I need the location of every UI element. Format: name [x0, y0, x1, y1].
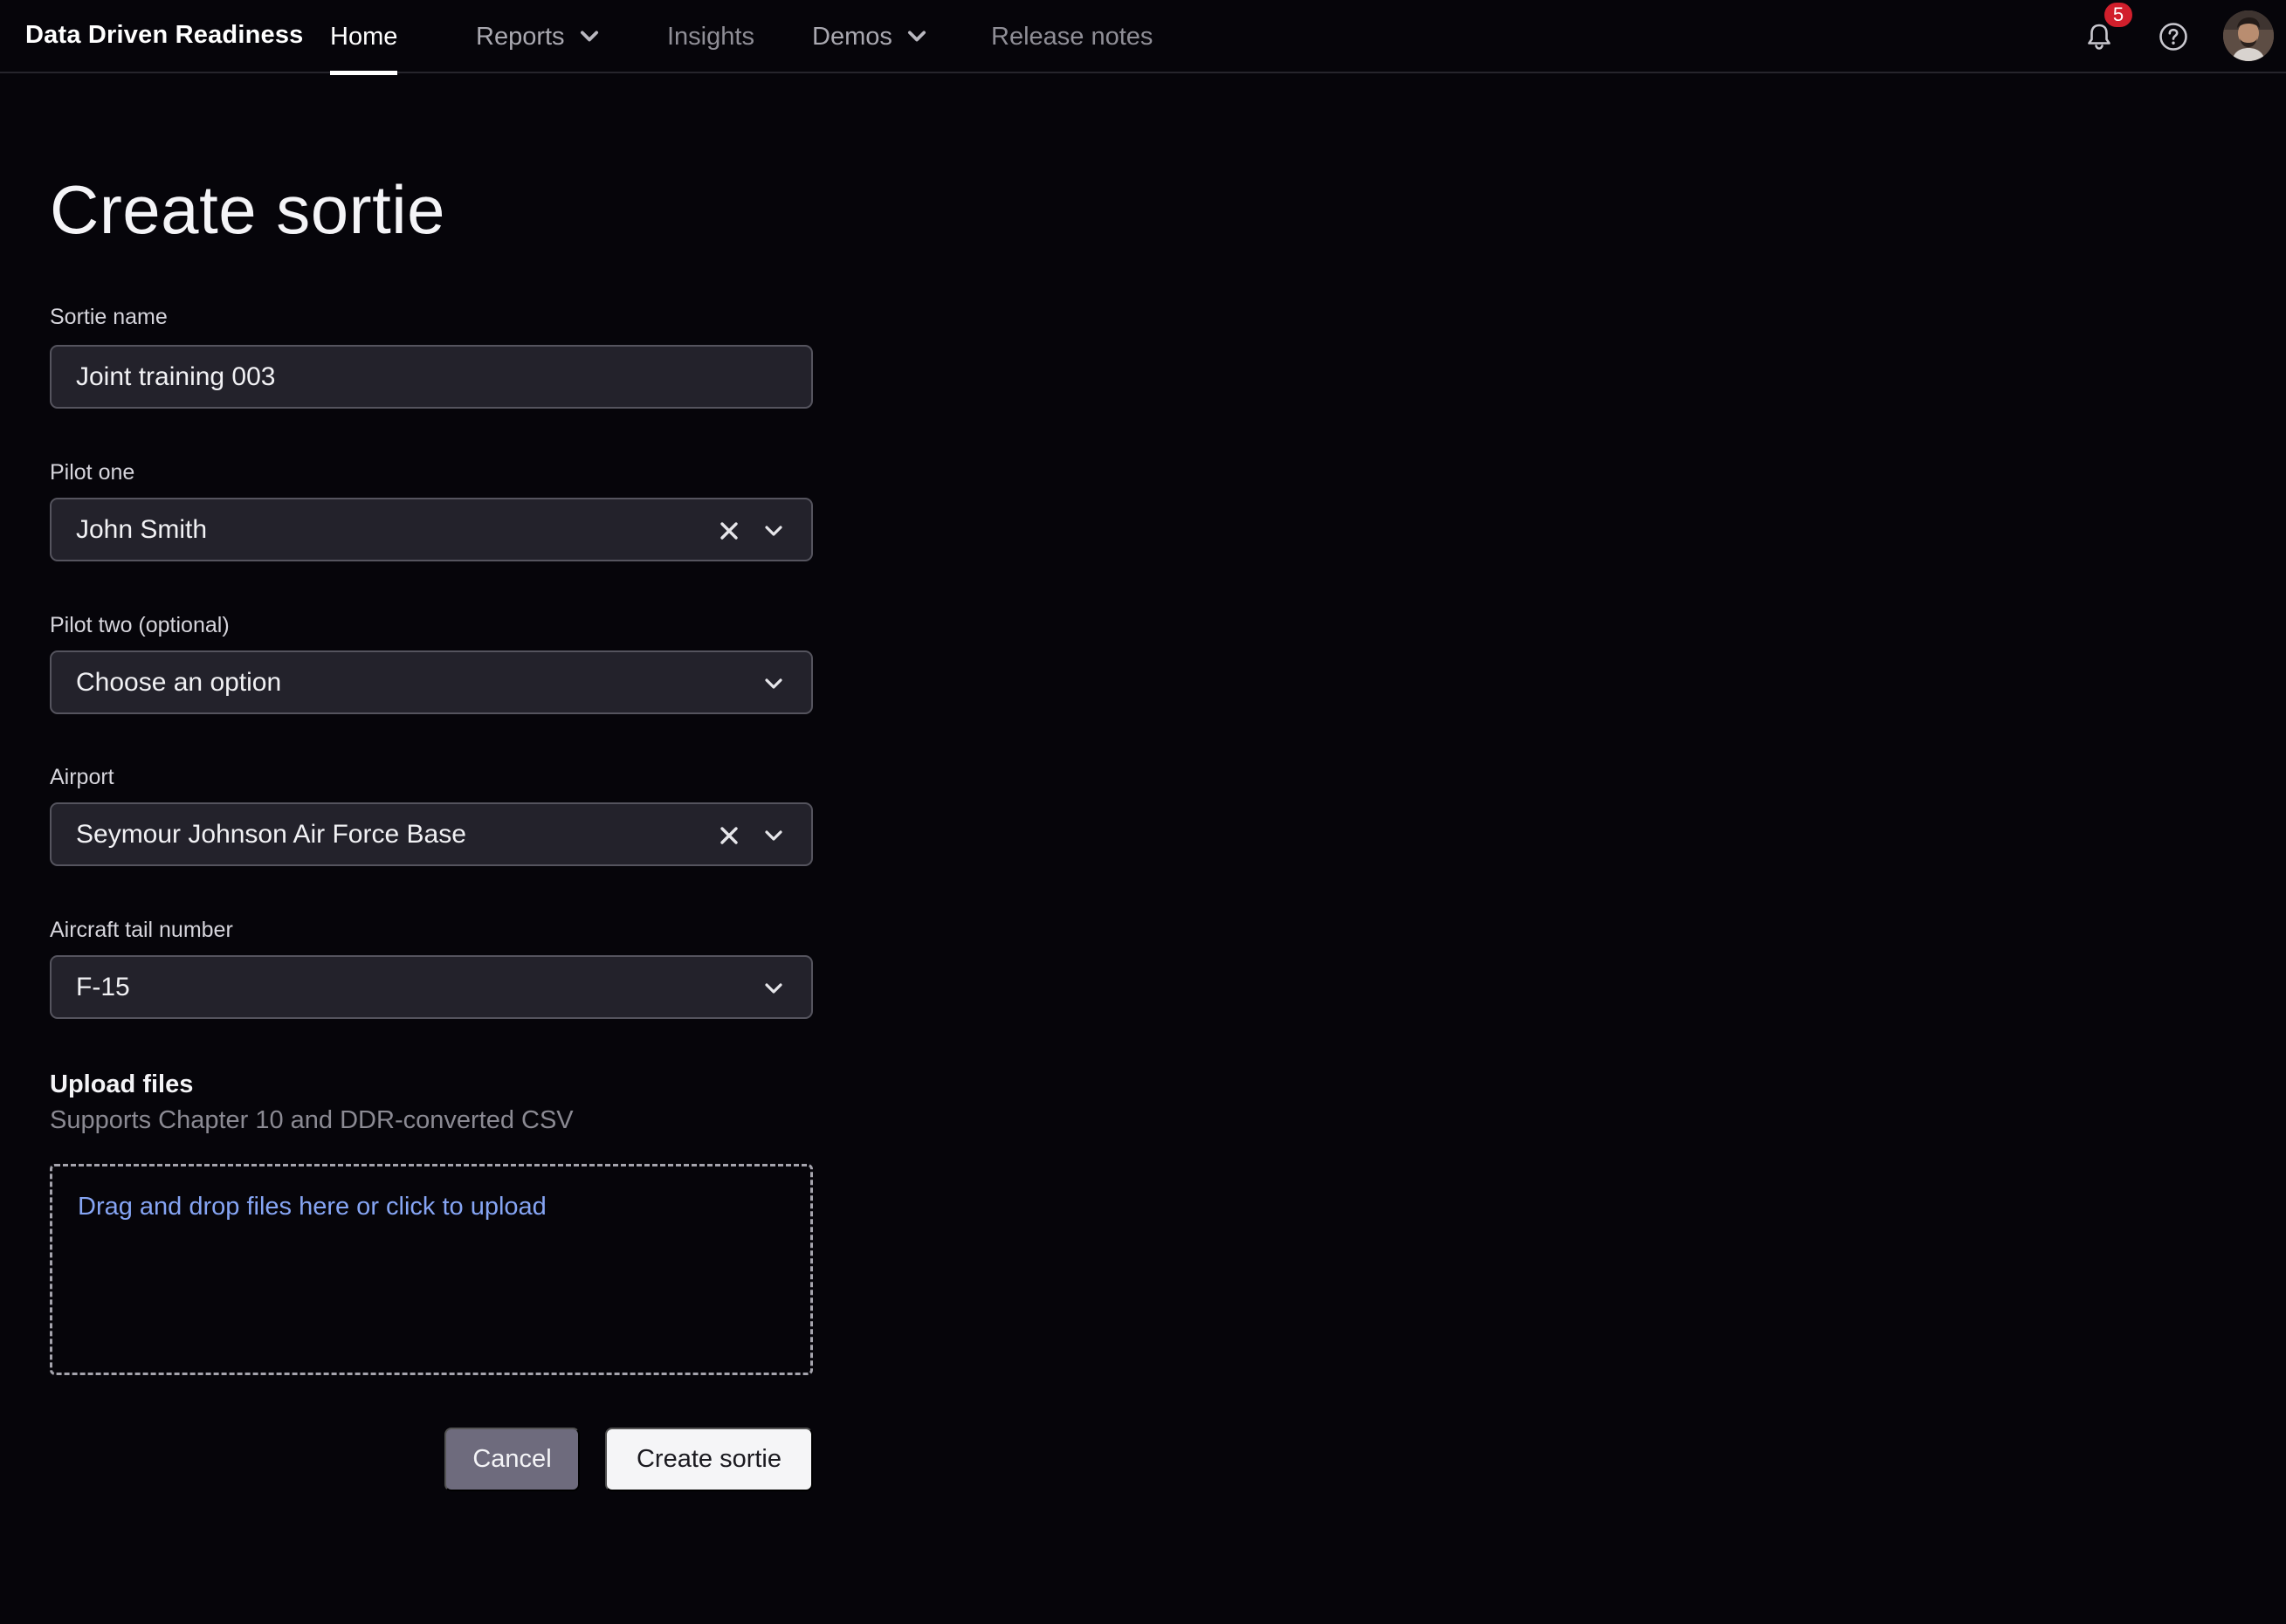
- pilot-two-select[interactable]: Choose an option: [50, 650, 813, 714]
- chevron-down-icon[interactable]: [761, 822, 787, 849]
- nav-item-reports[interactable]: Reports: [476, 0, 602, 73]
- pilot-one-value: John Smith: [76, 514, 208, 544]
- nav-item-label: Home: [330, 22, 398, 51]
- chevron-down-icon[interactable]: [761, 671, 787, 697]
- sortie-name-input[interactable]: Joint training 003: [50, 345, 813, 409]
- pilot-one-label: Pilot one: [50, 460, 135, 485]
- help-button[interactable]: [2158, 21, 2189, 52]
- airport-value: Seymour Johnson Air Force Base: [76, 819, 466, 849]
- app-brand[interactable]: Data Driven Readiness: [25, 21, 304, 50]
- nav-item-demos[interactable]: Demos: [812, 0, 929, 73]
- page-title: Create sortie: [50, 171, 446, 248]
- chevron-down-icon[interactable]: [761, 975, 787, 1001]
- upload-files-subtitle: Supports Chapter 10 and DDR-converted CS…: [50, 1106, 574, 1134]
- nav-item-release-notes[interactable]: Release notes: [991, 0, 1153, 73]
- nav-item-insights[interactable]: Insights: [667, 0, 754, 73]
- user-avatar-image: [2223, 10, 2274, 61]
- pilot-one-select[interactable]: John Smith: [50, 498, 813, 561]
- help-icon: [2159, 23, 2187, 51]
- chevron-down-icon[interactable]: [761, 518, 787, 544]
- nav-item-label: Demos: [812, 22, 892, 51]
- chevron-down-icon: [907, 31, 926, 42]
- tail-number-value: F-15: [76, 972, 130, 1001]
- avatar[interactable]: [2223, 10, 2274, 61]
- sortie-name-label: Sortie name: [50, 305, 168, 329]
- notification-count-badge: 5: [2102, 0, 2135, 30]
- nav-item-label: Reports: [476, 22, 565, 51]
- file-dropzone[interactable]: Drag and drop files here or click to upl…: [50, 1164, 813, 1375]
- pilot-two-placeholder: Choose an option: [76, 667, 282, 697]
- sortie-name-value: Joint training 003: [76, 361, 276, 391]
- cancel-button[interactable]: Cancel: [444, 1428, 580, 1491]
- top-navigation: Data Driven Readiness Home Reports Insig…: [0, 0, 2286, 75]
- tail-number-select[interactable]: F-15: [50, 955, 813, 1019]
- airport-select[interactable]: Seymour Johnson Air Force Base: [50, 802, 813, 866]
- tail-number-label: Aircraft tail number: [50, 918, 233, 942]
- clear-icon[interactable]: [716, 822, 742, 849]
- upload-link[interactable]: Drag and drop files here or click to upl…: [78, 1193, 547, 1221]
- nav-item-home[interactable]: Home: [330, 0, 398, 75]
- nav-item-label: Insights: [667, 22, 754, 51]
- upload-files-heading: Upload files: [50, 1070, 194, 1098]
- pilot-two-label: Pilot two (optional): [50, 613, 230, 637]
- airport-label: Airport: [50, 765, 114, 789]
- nav-item-label: Release notes: [991, 22, 1153, 51]
- clear-icon[interactable]: [716, 518, 742, 544]
- create-sortie-button[interactable]: Create sortie: [605, 1428, 813, 1491]
- chevron-down-icon: [580, 31, 598, 42]
